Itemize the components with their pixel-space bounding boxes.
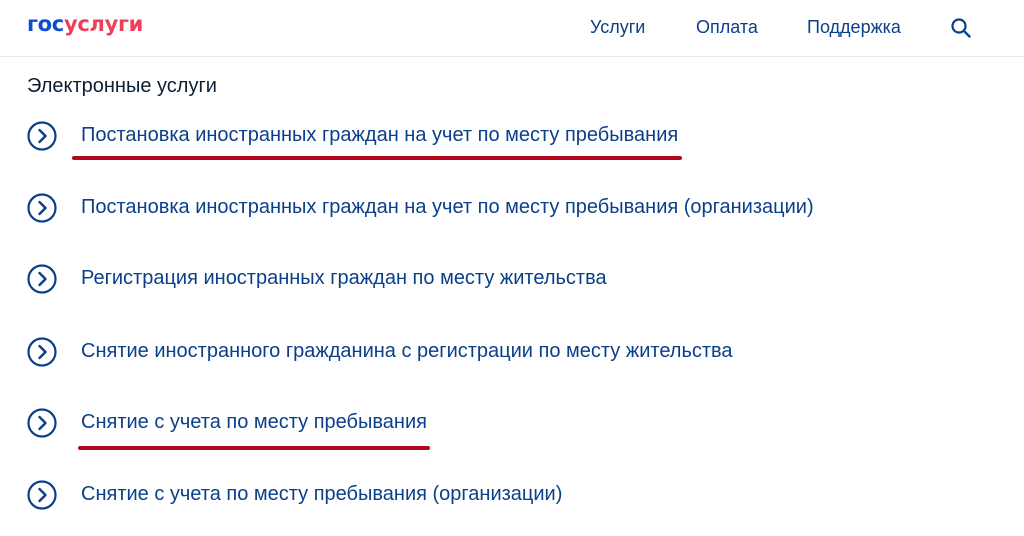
service-label: Снятие с учета по месту пребывания (орга… (81, 483, 563, 505)
service-label: Регистрация иностранных граждан по месту… (81, 267, 607, 289)
service-link-6[interactable]: Снятие с учета по месту пребывания (орга… (27, 479, 977, 513)
site-header: госуслуги Услуги Оплата Поддержка (0, 0, 1024, 57)
chevron-right-circle-icon (27, 480, 57, 510)
service-link-2[interactable]: Постановка иностранных граждан на учет п… (27, 192, 977, 226)
chevron-right-circle-icon (27, 121, 57, 151)
gosuslugi-logo[interactable]: госуслуги (27, 12, 143, 36)
chevron-right-circle-icon (27, 408, 57, 438)
service-link-4[interactable]: Снятие иностранного гражданина с регистр… (27, 336, 977, 370)
service-label: Постановка иностранных граждан на учет п… (81, 196, 814, 218)
nav-services[interactable]: Услуги (590, 17, 645, 38)
highlight-underline (78, 446, 430, 450)
chevron-right-circle-icon (27, 264, 57, 294)
service-label: Снятие иностранного гражданина с регистр… (81, 340, 733, 362)
highlight-underline (72, 156, 682, 160)
service-link-3[interactable]: Регистрация иностранных граждан по месту… (27, 263, 977, 297)
nav-support[interactable]: Поддержка (807, 17, 901, 38)
section-title: Электронные услуги (27, 75, 217, 97)
service-label: Постановка иностранных граждан на учет п… (81, 124, 679, 146)
service-label: Снятие с учета по месту пребывания (81, 411, 427, 433)
chevron-right-circle-icon (27, 337, 57, 367)
nav-payment[interactable]: Оплата (696, 17, 758, 38)
service-link-1[interactable]: Постановка иностранных граждан на учет п… (27, 120, 977, 154)
service-link-5[interactable]: Снятие с учета по месту пребывания (27, 407, 977, 441)
search-icon[interactable] (950, 17, 972, 39)
chevron-right-circle-icon (27, 193, 57, 223)
